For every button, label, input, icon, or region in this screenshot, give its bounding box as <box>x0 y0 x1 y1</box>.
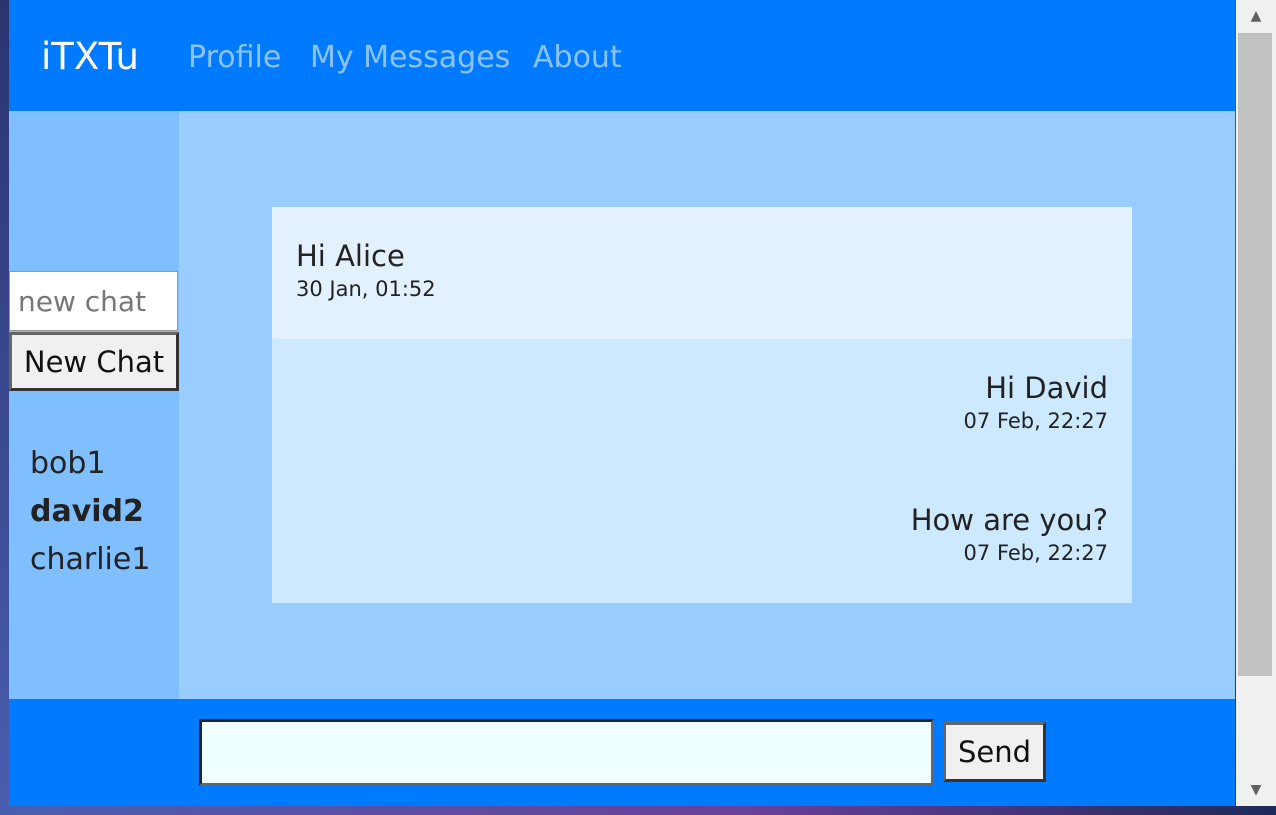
nav-link-my-messages[interactable]: My Messages <box>310 39 510 77</box>
sidebar: New Chat bob1 david2 charlie1 <box>9 111 179 699</box>
arrow-up-icon[interactable]: ▲ <box>1236 0 1276 32</box>
app-window: iTXTu Profile My Messages About New Chat… <box>9 0 1235 806</box>
message-text: Hi Alice <box>296 239 405 273</box>
message-text: How are you? <box>910 503 1108 537</box>
new-chat-button[interactable]: New Chat <box>9 332 179 391</box>
message-incoming: Hi Alice 30 Jan, 01:52 <box>272 207 1132 339</box>
brand-logo[interactable]: iTXTu <box>41 35 139 79</box>
message-outgoing: How are you? 07 Feb, 22:27 <box>272 471 1132 603</box>
compose-footer: Send <box>9 699 1235 806</box>
message-timestamp: 07 Feb, 22:27 <box>963 541 1108 565</box>
new-chat-input[interactable] <box>9 271 178 331</box>
scrollbar-thumb[interactable] <box>1238 33 1272 676</box>
nav-link-about[interactable]: About <box>533 39 622 77</box>
contact-bob1[interactable]: bob1 <box>30 444 106 484</box>
contact-charlie1[interactable]: charlie1 <box>30 540 150 580</box>
message-input[interactable] <box>199 719 934 786</box>
message-text: Hi David <box>985 371 1108 405</box>
message-timestamp: 30 Jan, 01:52 <box>296 277 436 301</box>
arrow-down-icon[interactable]: ▼ <box>1236 774 1276 806</box>
vertical-scrollbar[interactable]: ▲ ▼ <box>1236 0 1276 806</box>
nav-link-profile[interactable]: Profile <box>188 39 281 77</box>
send-button[interactable]: Send <box>943 722 1046 782</box>
message-timestamp: 07 Feb, 22:27 <box>963 409 1108 433</box>
navbar: iTXTu Profile My Messages About <box>9 0 1235 111</box>
message-outgoing: Hi David 07 Feb, 22:27 <box>272 339 1132 471</box>
messages-panel: Hi Alice 30 Jan, 01:52 Hi David 07 Feb, … <box>272 207 1132 603</box>
contact-david2[interactable]: david2 <box>30 492 144 532</box>
